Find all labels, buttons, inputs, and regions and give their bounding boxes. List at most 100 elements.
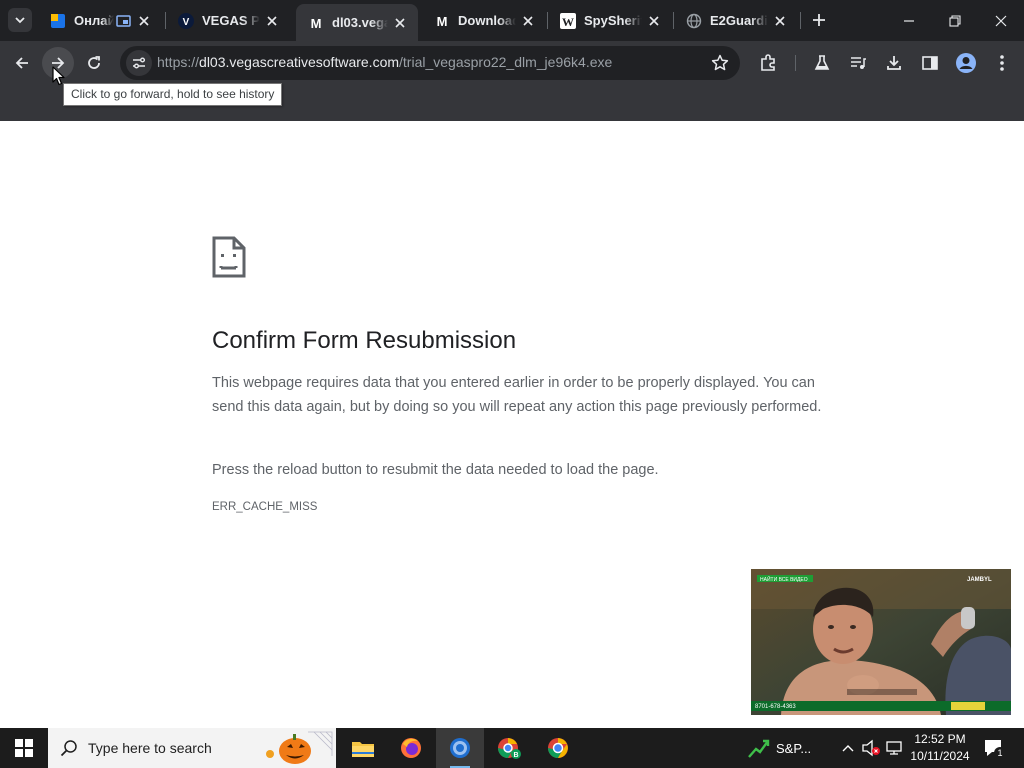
new-tab-button[interactable] xyxy=(808,9,830,31)
taskbar-file-explorer[interactable] xyxy=(339,728,387,768)
search-icon xyxy=(60,740,77,757)
tab-title: VEGAS Pro xyxy=(202,13,260,28)
pip-phone-number: 8701-678-4363 xyxy=(755,704,796,710)
taskbar-chrome-profile[interactable]: B xyxy=(485,728,533,768)
tab-title: SpySheriff xyxy=(584,13,642,28)
chevron-up-icon xyxy=(842,745,854,752)
error-description: This webpage requires data that you ente… xyxy=(212,375,822,415)
m-favicon-icon: M xyxy=(434,13,450,29)
tab-onlain[interactable]: Онлай xyxy=(38,0,162,41)
pip-channel-label: НАЙТИ ВСЕ ВИДЕО xyxy=(760,575,808,583)
download-icon xyxy=(887,56,901,70)
extensions-button[interactable] xyxy=(752,47,784,79)
start-button[interactable] xyxy=(0,728,48,768)
minimize-button[interactable] xyxy=(886,0,932,41)
search-placeholder: Type here to search xyxy=(88,740,212,756)
stock-chart-icon xyxy=(748,739,770,758)
downloads-button[interactable] xyxy=(878,47,910,79)
speaker-muted-icon xyxy=(862,739,880,757)
avatar-icon xyxy=(956,53,976,73)
tune-icon xyxy=(133,57,145,69)
reload-icon xyxy=(88,56,100,69)
chrome-profile-icon: B xyxy=(498,738,521,759)
bookmark-star-button[interactable] xyxy=(710,53,730,73)
pip-corner-label: JAMBYL xyxy=(967,577,992,583)
close-icon xyxy=(995,15,1007,26)
error-code: ERR_CACHE_MISS xyxy=(212,501,318,513)
profile-button[interactable] xyxy=(950,47,982,79)
sad-page-icon xyxy=(212,236,246,283)
network-button[interactable] xyxy=(884,738,904,758)
stocks-widget-label: S&P... xyxy=(776,740,812,756)
restore-icon xyxy=(949,14,961,27)
windows-taskbar: Type here to search B S&P... 12:52 PM 10… xyxy=(0,728,1024,768)
chrome-icon xyxy=(450,738,470,758)
close-tab-icon[interactable] xyxy=(392,15,408,31)
svg-text:M: M xyxy=(311,16,322,31)
taskbar-chrome[interactable] xyxy=(534,728,582,768)
plus-icon xyxy=(813,14,825,26)
tab-title: dl03.vegascreativesoftware.com xyxy=(332,15,388,30)
tab-download[interactable]: M Download xyxy=(422,0,546,41)
star-icon xyxy=(711,54,729,71)
tab-dl03-active[interactable]: M dl03.vegascreativesoftware.com xyxy=(296,4,418,41)
tab-e2guardian[interactable]: E2Guardian xyxy=(674,0,798,41)
chevron-down-icon xyxy=(15,17,25,24)
taskbar-search-box[interactable]: Type here to search xyxy=(48,728,336,768)
side-panel-icon xyxy=(922,56,938,70)
tab-search-button[interactable] xyxy=(8,8,32,32)
vegas-v-favicon-icon: V xyxy=(178,12,194,29)
network-icon xyxy=(886,741,902,755)
labs-button[interactable] xyxy=(806,47,838,79)
error-reload-hint: Press the reload button to resubmit the … xyxy=(212,462,659,478)
close-window-button[interactable] xyxy=(978,0,1024,41)
minimize-icon xyxy=(904,19,914,22)
music-queue-icon xyxy=(851,57,866,69)
url-text[interactable]: https://dl03.vegascreativesoftware.com/t… xyxy=(157,54,612,70)
video-frame-image: НАЙТИ ВСЕ ВИДЕО JAMBYL 8701-678-4363 xyxy=(751,569,1011,715)
tab-vegas-pro[interactable]: V VEGAS Pro xyxy=(166,0,290,41)
side-panel-button[interactable] xyxy=(914,47,946,79)
puzzle-icon xyxy=(761,54,775,71)
menu-button[interactable] xyxy=(986,47,1018,79)
m-favicon-icon: M xyxy=(308,15,324,31)
notifications-button[interactable]: 1 xyxy=(980,736,1008,760)
volume-muted-button[interactable] xyxy=(861,738,881,758)
close-tab-icon[interactable] xyxy=(772,13,788,29)
firefox-icon xyxy=(401,738,421,758)
clock-date: 10/11/2024 xyxy=(910,749,970,763)
taskbar-firefox[interactable] xyxy=(387,728,435,768)
tab-spysheriff[interactable]: W SpySheriff xyxy=(548,0,672,41)
reload-button[interactable] xyxy=(78,47,110,79)
media-controls-button[interactable] xyxy=(842,47,874,79)
tab-title: Download xyxy=(458,13,516,28)
close-tab-icon[interactable] xyxy=(136,13,152,29)
tab-strip: Онлай V VEGAS Pro M dl03.vegascreativeso… xyxy=(0,0,1024,41)
restore-button[interactable] xyxy=(932,0,978,41)
taskbar-clock[interactable]: 12:52 PM 10/11/2024 xyxy=(905,731,975,765)
cast-icon xyxy=(116,13,132,29)
site-info-button[interactable] xyxy=(126,50,152,76)
stocks-widget[interactable]: S&P... xyxy=(748,728,828,768)
halloween-pumpkin-icon xyxy=(266,731,333,764)
tab-separator xyxy=(800,12,801,29)
svg-text:B: B xyxy=(513,752,518,759)
mouse-cursor-icon xyxy=(52,66,65,86)
svg-text:M: M xyxy=(437,14,448,29)
close-tab-icon[interactable] xyxy=(264,13,280,29)
show-hidden-icons-button[interactable] xyxy=(838,738,858,758)
windows-logo-icon xyxy=(15,739,33,757)
svg-text:W: W xyxy=(562,15,574,29)
back-button[interactable] xyxy=(6,47,38,79)
url-path: /trial_vegaspro22_dlm_je96k4.exe xyxy=(399,54,613,70)
svg-text:V: V xyxy=(183,17,190,28)
close-tab-icon[interactable] xyxy=(520,13,536,29)
address-bar[interactable]: https://dl03.vegascreativesoftware.com/t… xyxy=(120,46,740,80)
picture-in-picture-video[interactable]: НАЙТИ ВСЕ ВИДЕО JAMBYL 8701-678-4363 xyxy=(751,569,1011,715)
taskbar-chrome-active[interactable] xyxy=(436,728,484,768)
clock-time: 12:52 PM xyxy=(914,732,966,746)
kebab-menu-icon xyxy=(1000,55,1004,71)
tab-title: E2Guardian xyxy=(710,13,768,28)
tab-title: Онлай xyxy=(74,13,114,28)
close-tab-icon[interactable] xyxy=(646,13,662,29)
